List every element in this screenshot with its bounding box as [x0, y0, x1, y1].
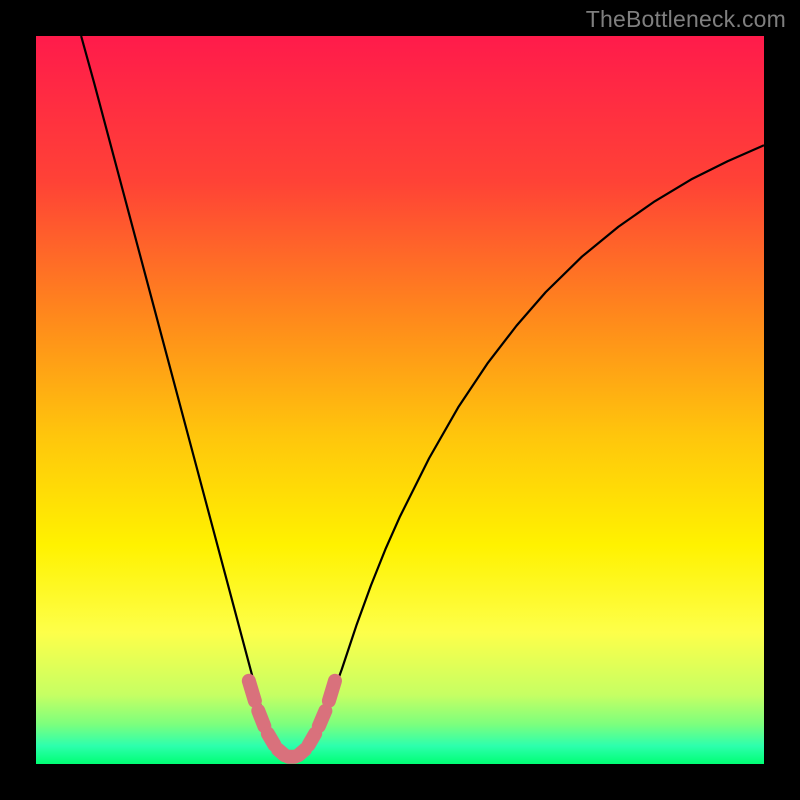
curve-highlight-segment [319, 711, 326, 726]
curve-highlight-segment [309, 734, 316, 745]
figure-frame: TheBottleneck.com [0, 0, 800, 800]
curve-highlight-segment [298, 750, 305, 756]
curve-highlight-segment [258, 711, 264, 726]
curve-highlight-segment [268, 734, 275, 745]
attribution-text: TheBottleneck.com [586, 6, 786, 33]
curve-highlight-segment [329, 681, 335, 701]
plot-background [36, 36, 764, 764]
curve-highlight-segment [249, 681, 255, 701]
bottleneck-chart [0, 0, 800, 800]
